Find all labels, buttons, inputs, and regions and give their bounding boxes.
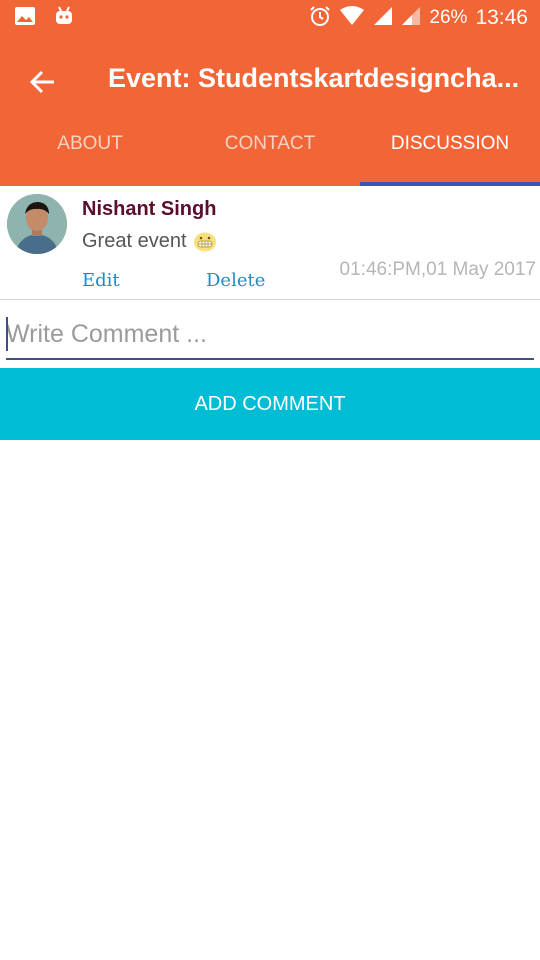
comment-input-container: [6, 314, 534, 360]
comment-input[interactable]: [6, 314, 534, 354]
battery-percent: 26%: [429, 7, 468, 28]
avatar: [7, 194, 67, 254]
text-caret: [6, 317, 8, 351]
tab-contact[interactable]: CONTACT: [180, 123, 360, 186]
tab-label: ABOUT: [57, 133, 123, 154]
gallery-icon: [14, 6, 36, 31]
edit-comment-link[interactable]: Edit: [82, 270, 120, 291]
delete-comment-link[interactable]: Delete: [206, 270, 265, 291]
status-bar: 26% 13:46: [0, 0, 540, 37]
tab-label: CONTACT: [224, 133, 316, 154]
signal-icon-2: [401, 6, 421, 31]
tab-discussion[interactable]: DISCUSSION: [360, 123, 540, 186]
signal-icon: [373, 6, 393, 31]
comment-text: Great event: [82, 230, 187, 252]
comment-timestamp: 01:46:PM,01 May 2017: [339, 259, 536, 280]
page-title: Event: Studentskartdesigncha...: [108, 63, 520, 93]
tab-about[interactable]: ABOUT: [0, 123, 180, 186]
comment-author: Nishant Singh: [82, 198, 217, 220]
comment-item: Nishant Singh Great event Edit Delete 01…: [0, 186, 540, 300]
add-comment-button[interactable]: ADD COMMENT: [0, 368, 540, 440]
alarm-icon: [309, 5, 331, 32]
app-bar: Event: Studentskartdesigncha... ABOUT CO…: [0, 37, 540, 186]
android-icon: [54, 6, 74, 31]
tab-bar: ABOUT CONTACT DISCUSSION: [0, 123, 540, 186]
grinning-face-emoji-icon: [193, 232, 217, 252]
wifi-icon: [339, 5, 365, 31]
tab-label: DISCUSSION: [390, 133, 510, 154]
back-arrow-icon[interactable]: [22, 62, 62, 102]
comment-text-row: Great event: [82, 230, 217, 253]
clock: 13:46: [475, 6, 528, 29]
